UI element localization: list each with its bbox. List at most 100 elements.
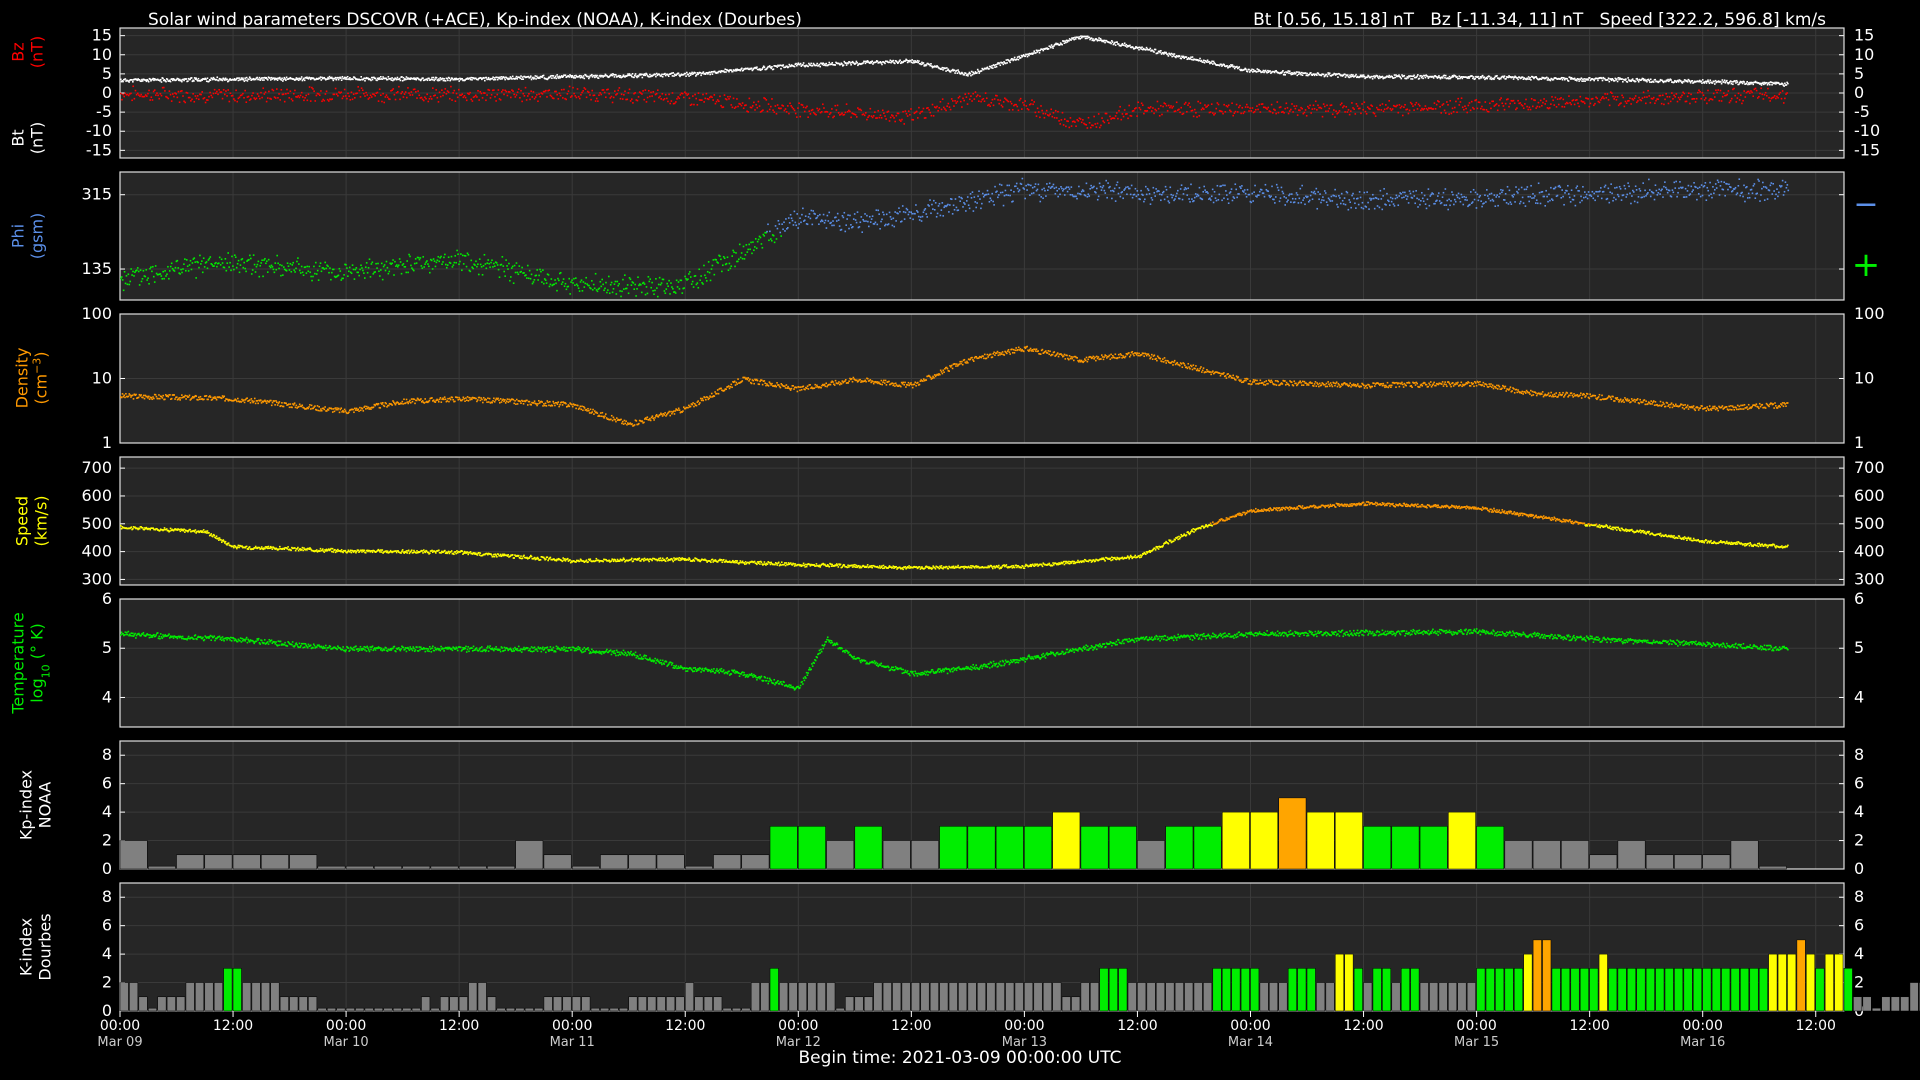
phi-series-point — [236, 262, 239, 265]
phi-series-point — [238, 271, 241, 274]
phi-ytick-left: 135 — [81, 259, 112, 278]
bz-series-point — [147, 92, 149, 95]
phi-series-point — [608, 292, 611, 295]
phi-series-point — [276, 254, 278, 257]
phi-series-point — [965, 200, 968, 202]
bz-series-point — [442, 94, 444, 97]
bz-series-point — [889, 116, 892, 119]
phi-series-point — [657, 283, 660, 286]
phi-series-point — [536, 269, 538, 271]
phi-series-point — [570, 281, 572, 283]
phi-series-point — [779, 231, 782, 234]
bz-series-point — [1718, 99, 1721, 102]
bz-series-point — [637, 96, 640, 98]
bz-series-point — [1128, 104, 1130, 107]
bt-series-point — [998, 62, 1001, 64]
bz-series-point — [1526, 105, 1528, 108]
mag-ytick-right: 5 — [1854, 64, 1864, 83]
bt-series-point — [802, 62, 805, 64]
bt-series-point — [995, 65, 998, 68]
bz-series-point — [718, 100, 720, 103]
bt-series-point — [695, 73, 698, 76]
phi-series-point — [744, 254, 747, 256]
phi-series-point — [733, 251, 735, 254]
bt-series-point — [850, 64, 852, 66]
bt-series-point — [1189, 58, 1192, 60]
phi-series-point — [208, 257, 211, 260]
bz-series-point — [1266, 108, 1268, 110]
bz-series-point — [1217, 103, 1220, 106]
phi-series-point — [203, 266, 206, 268]
bz-series-point — [964, 93, 967, 95]
bz-series-point — [432, 87, 434, 89]
bz-series-point — [1545, 100, 1548, 102]
phi-series-point — [977, 195, 979, 198]
phi-series-point — [785, 218, 787, 220]
bt-series-point — [991, 67, 994, 69]
bz-series-point — [938, 106, 941, 109]
phi-series-point — [503, 270, 506, 273]
bz-series-point — [1467, 104, 1470, 107]
bt-series-point — [1420, 76, 1423, 79]
bz-series-point — [276, 88, 278, 90]
phi-series-point — [1169, 186, 1172, 189]
bz-series-point — [455, 92, 458, 95]
bz-series-point — [574, 95, 577, 97]
bt-series-point — [862, 62, 864, 64]
phi-series-point — [365, 262, 368, 264]
bt-series-point — [1296, 74, 1299, 77]
bz-series-point — [1400, 105, 1403, 108]
phi-series-point — [358, 274, 360, 277]
phi-series-point — [485, 267, 488, 270]
bz-series-point — [1522, 107, 1525, 110]
phi-series-point — [700, 275, 702, 277]
phi-series-point — [968, 207, 971, 210]
bt-series-point — [1366, 76, 1369, 78]
phi-series-point — [142, 269, 145, 272]
bz-series-point — [1048, 114, 1050, 117]
bz-series-point — [1765, 94, 1768, 97]
bt-series-point — [963, 74, 965, 76]
bt-series-point — [1114, 41, 1116, 44]
phi-series-point — [1044, 189, 1046, 192]
bt-series-point — [193, 80, 195, 82]
phi-series-point — [892, 217, 895, 220]
bz-series-point — [1231, 102, 1233, 105]
bz-series-point — [1041, 109, 1043, 112]
bz-series-point — [1051, 115, 1054, 118]
phi-series-point — [609, 283, 612, 286]
bz-series-point — [458, 88, 460, 91]
bt-series-point — [555, 77, 558, 80]
bz-series-point — [1538, 106, 1541, 108]
mag-ytick-left: -5 — [96, 102, 112, 121]
phi-series-point — [708, 271, 711, 274]
bz-series-point — [1475, 99, 1478, 101]
phi-series-point — [798, 223, 800, 225]
bz-series-point — [965, 96, 968, 98]
bt-series-point — [1417, 74, 1419, 76]
bt-series-point — [596, 74, 598, 77]
bz-series-point — [713, 94, 716, 96]
bz-series-point — [1460, 97, 1463, 100]
bt-series-point — [719, 71, 722, 74]
phi-series-point — [634, 283, 636, 286]
bt-series-point — [272, 77, 275, 79]
phi-series-point — [1030, 184, 1032, 187]
bz-series-point — [1556, 98, 1559, 100]
bz-series-point — [868, 114, 870, 117]
bz-series-point — [548, 89, 551, 91]
bz-series-point — [1663, 103, 1665, 106]
bz-series-point — [120, 92, 122, 95]
bz-series-point — [1360, 112, 1362, 115]
phi-series-point — [725, 262, 728, 265]
bz-series-point — [150, 96, 153, 99]
bt-series-point — [929, 64, 932, 67]
bz-series-point — [792, 108, 795, 110]
phi-series-point — [1128, 187, 1131, 190]
bz-series-point — [1344, 111, 1346, 113]
bz-series-point — [245, 101, 248, 103]
phi-series-point — [342, 277, 344, 280]
phi-series-point — [311, 279, 313, 282]
bz-series-point — [454, 100, 457, 102]
bt-series-point — [389, 77, 392, 80]
